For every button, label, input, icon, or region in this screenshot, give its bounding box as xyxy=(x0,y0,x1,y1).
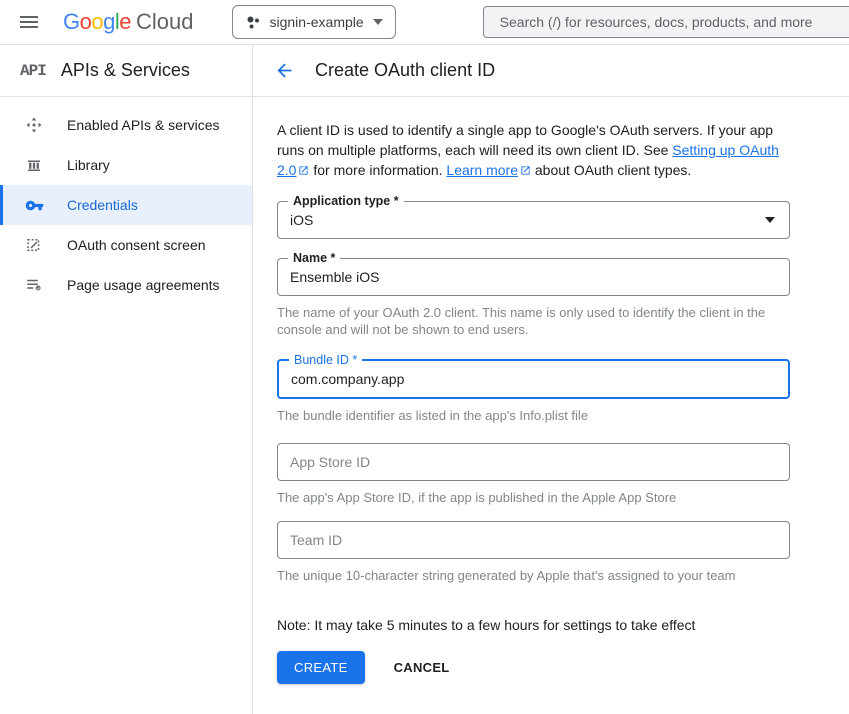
sidebar-title: APIs & Services xyxy=(61,60,190,81)
sidebar-item-oauth-consent[interactable]: OAuth consent screen xyxy=(0,225,252,265)
key-icon xyxy=(24,195,44,215)
project-icon xyxy=(245,14,261,30)
sidebar-item-page-usage[interactable]: Page usage agreements xyxy=(0,265,252,305)
top-header: G o o g l e Cloud signin-example xyxy=(0,0,849,45)
sidebar-nav: Enabled APIs & services Library Creden xyxy=(0,97,253,714)
sidebar-item-label: Page usage agreements xyxy=(67,277,220,293)
consent-screen-icon xyxy=(24,235,44,255)
logo-letter: g xyxy=(103,9,115,35)
name-helper-text: The name of your OAuth 2.0 client. This … xyxy=(277,304,777,338)
learn-more-link[interactable]: Learn more xyxy=(446,162,518,178)
sidebar-item-label: OAuth consent screen xyxy=(67,237,206,253)
hamburger-menu-icon[interactable] xyxy=(20,10,44,34)
form-actions: CREATE CANCEL xyxy=(277,651,790,684)
intro-text: for more information. xyxy=(309,162,446,178)
logo-letter: o xyxy=(91,9,103,35)
team-id-helper-text: The unique 10-character string generated… xyxy=(277,567,777,584)
page-header: Create OAuth client ID xyxy=(253,45,849,96)
intro-text: about OAuth client types. xyxy=(531,162,691,178)
api-icon: API xyxy=(20,62,46,80)
intro-paragraph: A client ID is used to identify a single… xyxy=(277,120,793,181)
logo-letter: G xyxy=(63,9,80,35)
application-type-label: Application type * xyxy=(288,194,404,208)
library-icon xyxy=(24,155,44,175)
cancel-button[interactable]: CANCEL xyxy=(394,660,450,675)
sidebar-item-library[interactable]: Library xyxy=(0,145,252,185)
project-name: signin-example xyxy=(270,14,364,30)
search-bar[interactable] xyxy=(483,6,849,38)
page-title: Create OAuth client ID xyxy=(315,60,495,81)
search-input[interactable] xyxy=(484,7,849,37)
sidebar-header: API APIs & Services xyxy=(0,45,253,96)
logo-cloud-text: Cloud xyxy=(136,9,193,35)
team-id-field xyxy=(277,521,790,559)
team-id-input[interactable] xyxy=(278,522,789,558)
google-cloud-logo: G o o g l e Cloud xyxy=(63,9,194,35)
sidebar-item-label: Enabled APIs & services xyxy=(67,117,220,133)
section-header-row: API APIs & Services Create OAuth client … xyxy=(0,45,849,97)
app-store-id-field xyxy=(277,443,790,481)
app-store-id-helper-text: The app's App Store ID, if the app is pu… xyxy=(277,489,777,506)
main-content: A client ID is used to identify a single… xyxy=(253,97,849,714)
sidebar-item-label: Library xyxy=(67,157,110,173)
app-store-id-input[interactable] xyxy=(278,444,789,480)
bundle-id-helper-text: The bundle identifier as listed in the a… xyxy=(277,407,777,424)
settings-note: Note: It may take 5 minutes to a few hou… xyxy=(277,617,790,633)
project-selector[interactable]: signin-example xyxy=(232,5,396,39)
name-field: Name * xyxy=(277,258,790,296)
create-button[interactable]: CREATE xyxy=(277,651,365,684)
logo-letter: o xyxy=(80,9,92,35)
external-link-icon xyxy=(520,161,531,181)
name-label: Name * xyxy=(288,251,340,265)
chevron-down-icon xyxy=(373,19,383,25)
sidebar-item-credentials[interactable]: Credentials xyxy=(0,185,252,225)
dropdown-arrow-icon xyxy=(765,217,775,223)
bundle-id-field: Bundle ID * xyxy=(277,359,790,399)
sidebar-item-enabled-apis[interactable]: Enabled APIs & services xyxy=(0,105,252,145)
bundle-id-label: Bundle ID * xyxy=(289,353,362,367)
application-type-select[interactable]: Application type * iOS xyxy=(277,201,790,239)
sidebar-item-label: Credentials xyxy=(67,197,138,213)
apps-icon xyxy=(24,115,44,135)
agreements-icon xyxy=(24,275,44,295)
name-input[interactable] xyxy=(278,259,789,295)
application-type-value: iOS xyxy=(290,212,313,228)
external-link-icon xyxy=(298,161,309,181)
back-arrow-icon[interactable] xyxy=(272,59,296,83)
oauth-client-form: Application type * iOS Name * The name o… xyxy=(277,201,790,684)
logo-letter: e xyxy=(119,9,131,35)
